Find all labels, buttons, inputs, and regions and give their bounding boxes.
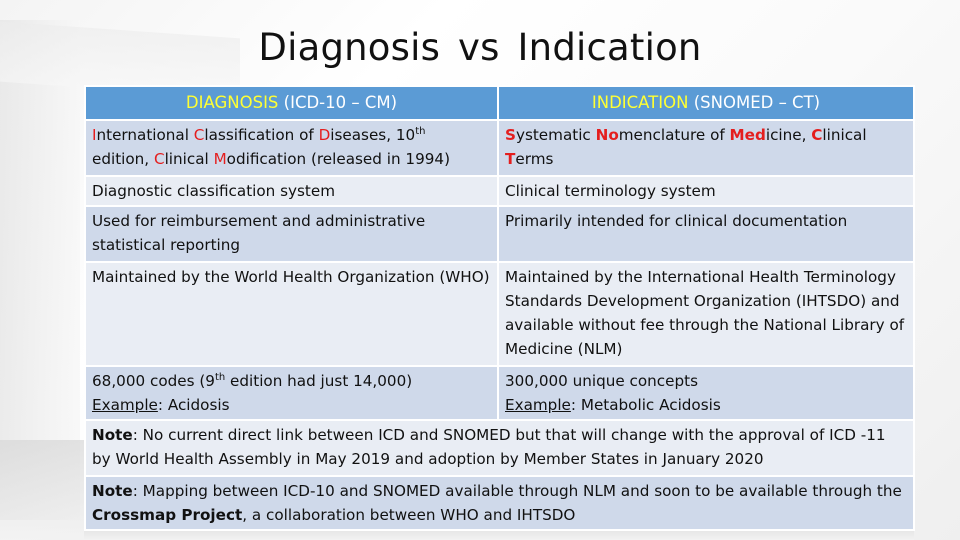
text: 68,000 codes (9 bbox=[92, 372, 215, 390]
acronym-letter: C bbox=[193, 126, 205, 144]
note-cell: Note: Mapping between ICD-10 and SNOMED … bbox=[84, 475, 915, 531]
cell-icd-name: International Classification of Diseases… bbox=[84, 119, 499, 177]
header-highlight: INDICATION bbox=[591, 93, 689, 112]
header-indication: INDICATION (SNOMED – CT) bbox=[497, 85, 915, 121]
example-label: Example bbox=[92, 396, 158, 414]
acronym-letter: C bbox=[811, 126, 823, 144]
cell: Clinical terminology system bbox=[497, 175, 915, 207]
note-text: : No current direct link between ICD and… bbox=[92, 426, 886, 468]
cell: Diagnostic classification system bbox=[84, 175, 499, 207]
comparison-table: DIAGNOSIS (ICD-10 – CM) INDICATION (SNOM… bbox=[84, 85, 915, 531]
note-cell: Note: No current direct link between ICD… bbox=[84, 419, 915, 477]
note-bold-text: Crossmap Project bbox=[92, 506, 243, 524]
cell-snomed-concepts: 300,000 unique concepts Example: Metaboli… bbox=[497, 365, 915, 421]
note-text: : Mapping between ICD-10 and SNOMED avai… bbox=[132, 482, 902, 500]
superscript: th bbox=[214, 371, 226, 383]
background-decoration bbox=[0, 20, 80, 520]
text: icine, bbox=[765, 126, 812, 144]
table-row: Note: No current direct link between ICD… bbox=[84, 419, 915, 477]
text: linical bbox=[164, 150, 214, 168]
cell: Maintained by the International Health T… bbox=[497, 261, 915, 367]
table-row: 68,000 codes (9th edition had just 14,00… bbox=[84, 365, 915, 421]
table-row: International Classification of Diseases… bbox=[84, 119, 915, 177]
cell-icd-codes: 68,000 codes (9th edition had just 14,00… bbox=[84, 365, 499, 421]
note-label: Note bbox=[92, 482, 133, 500]
example-value: : Metabolic Acidosis bbox=[570, 396, 721, 414]
text: edition had just 14,000) bbox=[225, 372, 413, 390]
slide-title: Diagnosis vs Indication bbox=[258, 26, 702, 69]
acronym-letter: S bbox=[505, 126, 516, 144]
table-row: Note: Mapping between ICD-10 and SNOMED … bbox=[84, 475, 915, 531]
text: lassification of bbox=[204, 126, 319, 144]
note-text: , a collaboration between WHO and IHTSDO bbox=[242, 506, 576, 524]
cell: Used for reimbursement and administrativ… bbox=[84, 205, 499, 263]
cell: Maintained by the World Health Organizat… bbox=[84, 261, 499, 367]
header-rest: (SNOMED – CT) bbox=[688, 93, 821, 112]
acronym-letter: D bbox=[318, 126, 331, 144]
acronym-letter: M bbox=[213, 150, 227, 168]
background-decoration bbox=[0, 440, 84, 540]
acronym-letter: No bbox=[595, 126, 619, 144]
text: menclature of bbox=[618, 126, 730, 144]
text: iseases, 10 bbox=[330, 126, 416, 144]
text: linical bbox=[822, 126, 867, 144]
text: edition, bbox=[92, 150, 154, 168]
table-row: Diagnostic classification system Clinica… bbox=[84, 175, 915, 207]
example-value: : Acidosis bbox=[157, 396, 230, 414]
header-diagnosis: DIAGNOSIS (ICD-10 – CM) bbox=[84, 85, 499, 121]
cell-snomed-name: Systematic Nomenclature of Medicine, Cli… bbox=[497, 119, 915, 177]
acronym-letter: Med bbox=[729, 126, 766, 144]
acronym-letter: T bbox=[505, 150, 516, 168]
table-row: Used for reimbursement and administrativ… bbox=[84, 205, 915, 263]
header-rest: (ICD-10 – CM) bbox=[278, 93, 398, 112]
text: nternational bbox=[96, 126, 194, 144]
text: ystematic bbox=[515, 126, 596, 144]
example-label: Example bbox=[505, 396, 571, 414]
text: erms bbox=[515, 150, 554, 168]
text: odification (released in 1994) bbox=[226, 150, 450, 168]
header-highlight: DIAGNOSIS bbox=[185, 93, 279, 112]
table-row: Maintained by the World Health Organizat… bbox=[84, 261, 915, 367]
table-header-row: DIAGNOSIS (ICD-10 – CM) INDICATION (SNOM… bbox=[84, 85, 915, 121]
text: 300,000 unique concepts bbox=[505, 372, 699, 390]
cell: Primarily intended for clinical document… bbox=[497, 205, 915, 263]
note-label: Note bbox=[92, 426, 133, 444]
superscript: th bbox=[415, 125, 426, 137]
acronym-letter: C bbox=[153, 150, 165, 168]
